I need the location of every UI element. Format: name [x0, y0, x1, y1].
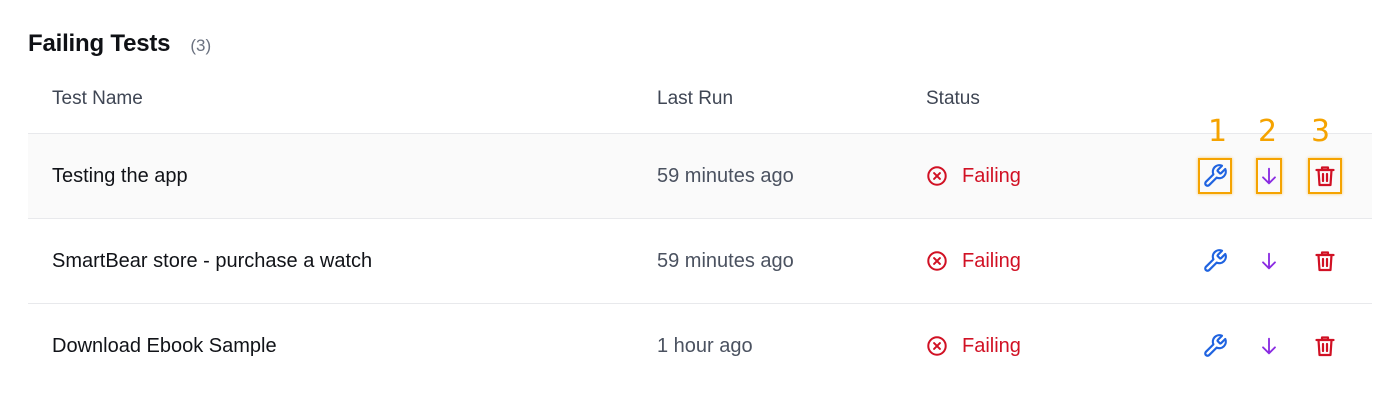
status-cell: Failing	[926, 304, 1021, 388]
wrench-icon	[1204, 249, 1227, 272]
status-label: Failing	[962, 334, 1021, 357]
last-run: 1 hour ago	[657, 334, 753, 357]
column-header-test-name: Test Name	[52, 88, 143, 109]
status-label: Failing	[962, 249, 1021, 272]
last-run: 59 minutes ago	[657, 249, 794, 272]
table-row[interactable]: Download Ebook Sample 1 hour ago Failing	[28, 304, 1372, 388]
annotation-marker-3: 3	[1311, 114, 1331, 149]
table-header: Test Name Last Run Status	[28, 80, 1372, 134]
last-run: 59 minutes ago	[657, 164, 794, 187]
download-button[interactable]	[1256, 158, 1282, 194]
trash-icon	[1315, 336, 1335, 357]
trash-icon	[1315, 166, 1335, 187]
download-button[interactable]	[1256, 243, 1282, 279]
failing-count: (3)	[190, 36, 212, 55]
test-name[interactable]: SmartBear store - purchase a watch	[52, 219, 372, 303]
row-actions	[1196, 304, 1346, 388]
failing-tests-table: Test Name Last Run Status Testing the ap…	[28, 80, 1372, 388]
table-row[interactable]: Testing the app 59 minutes ago Failing 1…	[28, 117, 1372, 219]
column-header-status: Status	[926, 88, 980, 109]
status-cell: Failing	[926, 134, 1021, 218]
delete-test-button[interactable]	[1308, 328, 1342, 364]
test-name[interactable]: Download Ebook Sample	[52, 304, 277, 388]
trash-icon	[1315, 251, 1335, 272]
x-circle-icon	[927, 166, 947, 186]
wrench-icon	[1204, 334, 1227, 357]
section-title: Failing Tests	[28, 30, 171, 57]
delete-test-button[interactable]	[1308, 243, 1342, 279]
x-circle-icon	[927, 251, 947, 271]
edit-test-button[interactable]	[1198, 328, 1232, 364]
test-name[interactable]: Testing the app	[52, 134, 188, 218]
status-cell: Failing	[926, 219, 1021, 303]
annotation-marker-2: 2	[1258, 114, 1278, 149]
row-actions	[1196, 219, 1346, 303]
wrench-icon	[1204, 164, 1227, 187]
edit-test-button[interactable]	[1198, 158, 1232, 194]
arrow-down-icon	[1262, 167, 1276, 185]
row-actions: 1 2 3	[1196, 117, 1346, 218]
x-circle-icon	[927, 336, 947, 356]
annotation-marker-1: 1	[1208, 114, 1228, 149]
delete-test-button[interactable]	[1308, 158, 1342, 194]
arrow-down-icon	[1262, 252, 1276, 270]
edit-test-button[interactable]	[1198, 243, 1232, 279]
column-header-last-run: Last Run	[657, 88, 734, 109]
failing-tests-panel: Failing Tests (3) Test Name Last Run Sta…	[0, 0, 1392, 416]
section-header: Failing Tests (3)	[28, 30, 211, 58]
table-row[interactable]: SmartBear store - purchase a watch 59 mi…	[28, 219, 1372, 304]
status-label: Failing	[962, 164, 1021, 187]
arrow-down-icon	[1262, 337, 1276, 355]
download-button[interactable]	[1256, 328, 1282, 364]
